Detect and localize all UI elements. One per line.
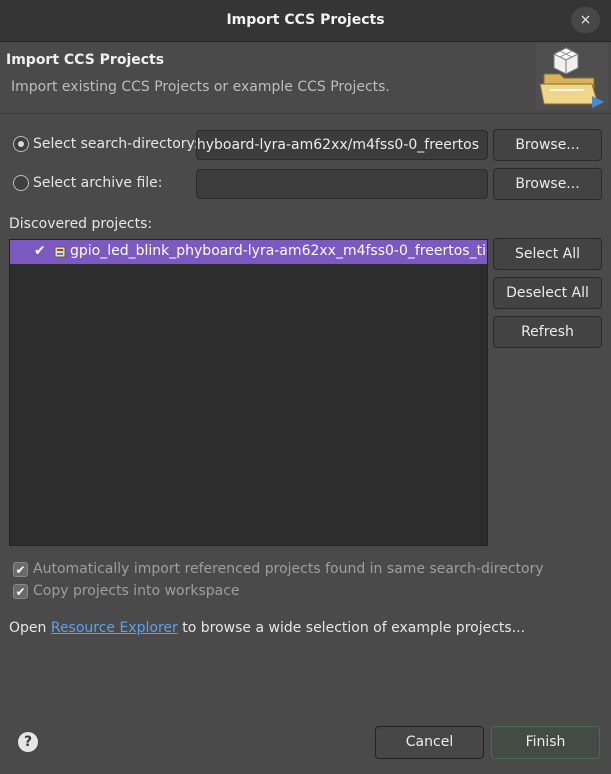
- search-directory-value: phyboard-lyra-am62xx/m4fss0-0_freertos: [196, 137, 479, 153]
- window-title: Import CCS Projects: [226, 12, 385, 28]
- list-item[interactable]: ✔ gpio_led_blink_phyboard-lyra-am62xx_m4…: [10, 240, 487, 264]
- footer-prefix: Open: [9, 620, 51, 636]
- close-button[interactable]: ×: [571, 7, 600, 33]
- deselect-all-button[interactable]: Deselect All: [493, 277, 602, 309]
- refresh-button[interactable]: Refresh: [493, 316, 602, 348]
- copy-projects-label: Copy projects into workspace: [33, 583, 240, 599]
- resource-explorer-link[interactable]: Resource Explorer: [51, 620, 178, 636]
- archive-file-label: Select archive file:: [33, 175, 163, 191]
- banner-description: Import existing CCS Projects or example …: [11, 79, 390, 95]
- auto-import-checkbox[interactable]: ✔: [13, 562, 28, 577]
- help-button[interactable]: ?: [18, 732, 38, 752]
- search-directory-field[interactable]: phyboard-lyra-am62xx/m4fss0-0_freertos: [196, 130, 488, 160]
- footer-suffix: to browse a wide selection of example pr…: [177, 620, 526, 636]
- resource-explorer-text: Open Resource Explorer to browse a wide …: [9, 620, 525, 636]
- discovered-projects-label: Discovered projects:: [9, 216, 153, 232]
- search-directory-radio[interactable]: [13, 136, 29, 152]
- folder-import-icon: [536, 44, 608, 110]
- archive-file-field[interactable]: [196, 169, 488, 199]
- banner-title: Import CCS Projects: [6, 52, 165, 68]
- banner-separator: [0, 113, 611, 114]
- search-directory-label: Select search-directory:: [33, 136, 199, 152]
- project-name: gpio_led_blink_phyboard-lyra-am62xx_m4fs…: [70, 243, 487, 259]
- archive-file-radio[interactable]: [13, 175, 29, 191]
- copy-projects-checkbox[interactable]: ✔: [13, 584, 28, 599]
- finish-button[interactable]: Finish: [491, 726, 600, 759]
- help-icon: ?: [23, 734, 33, 750]
- auto-import-label: Automatically import referenced projects…: [33, 561, 544, 577]
- projects-list[interactable]: ✔ gpio_led_blink_phyboard-lyra-am62xx_m4…: [9, 239, 488, 546]
- checkmark-icon[interactable]: ✔: [34, 243, 46, 259]
- browse-directory-button[interactable]: Browse...: [493, 129, 602, 161]
- browse-archive-button[interactable]: Browse...: [493, 168, 602, 200]
- title-bar: Import CCS Projects ×: [0, 0, 611, 42]
- project-icon: [54, 246, 66, 258]
- cancel-button[interactable]: Cancel: [375, 726, 484, 759]
- close-icon: ×: [579, 12, 592, 28]
- select-all-button[interactable]: Select All: [493, 238, 602, 270]
